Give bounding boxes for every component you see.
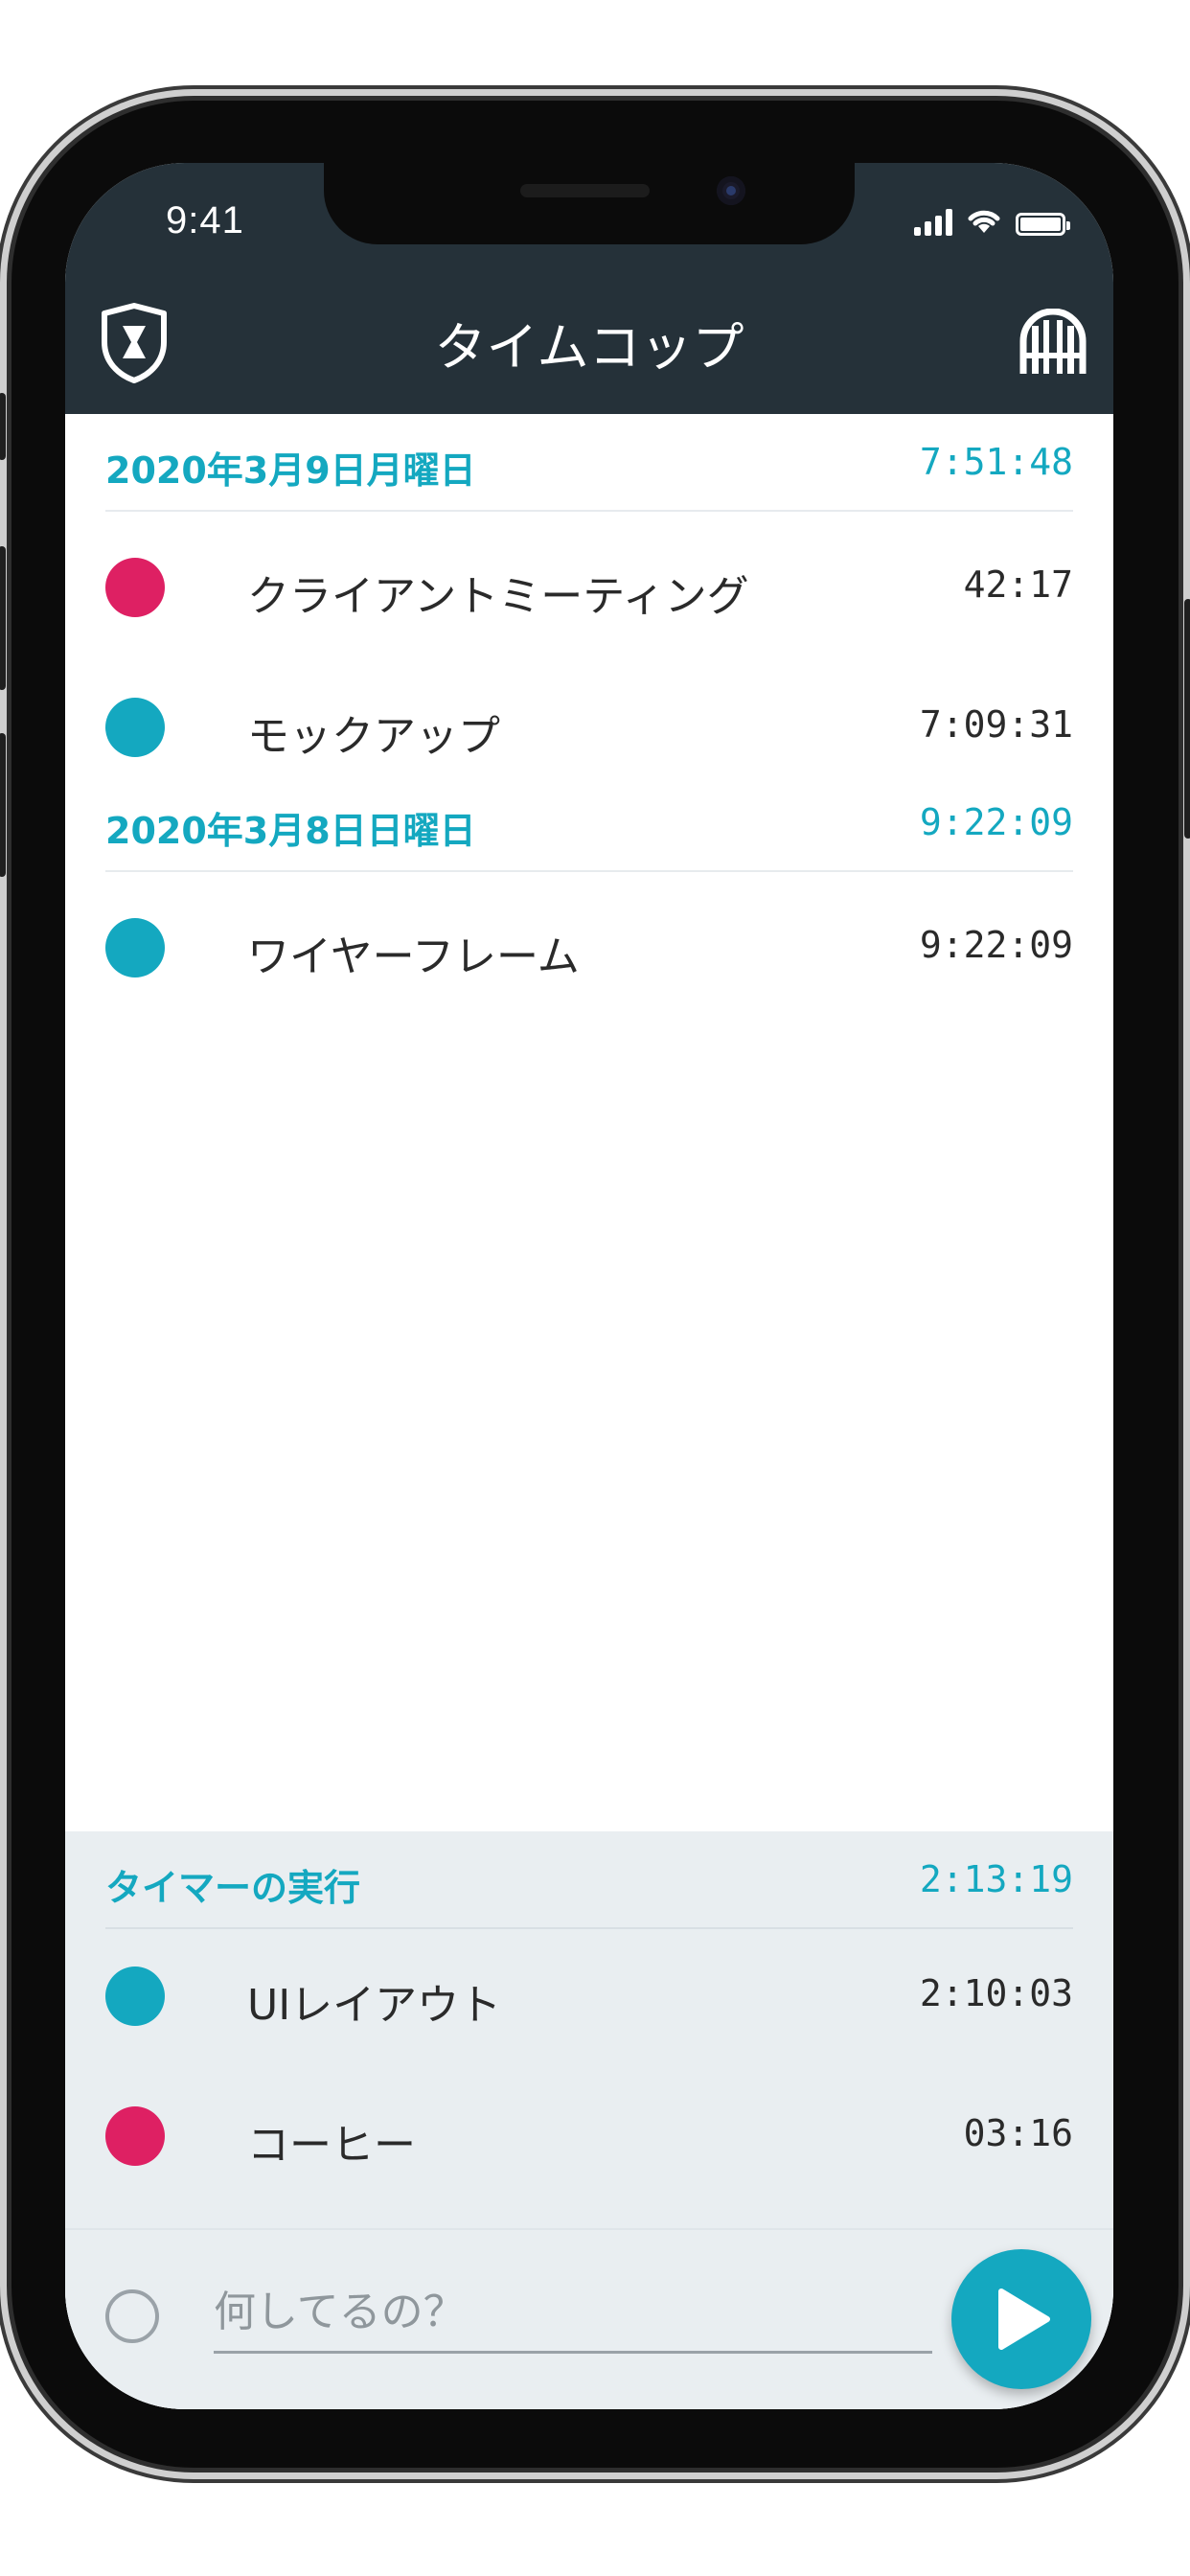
description-input[interactable] [214,2272,932,2354]
project-color-dot [105,918,165,978]
day-total: 9:22:09 [919,801,1073,843]
list-item[interactable]: ワイヤーフレーム 9:22:09 [65,878,1113,1018]
project-color-dot [105,2106,165,2166]
entry-label: ワイヤーフレーム [247,932,580,981]
project-color-dot [105,1966,165,2026]
battery-icon [1016,213,1070,236]
earpiece-speaker [520,184,650,197]
status-icons [914,207,1070,236]
side-button-volume-up [0,546,6,690]
side-button-mute [0,393,6,460]
list-item[interactable]: UIレイアウト 2:10:03 [65,1926,1113,2066]
wifi-icon [968,210,1000,233]
entry-duration: 2:10:03 [919,1972,1073,2014]
status-time: 9:41 [166,199,244,242]
day-header: 2020年3月9日月曜日 7:51:48 [105,414,1073,512]
day-header: 2020年3月8日日曜日 9:22:09 [105,774,1073,872]
entry-duration: 42:17 [963,564,1073,606]
entry-duration: 03:16 [963,2112,1073,2154]
cellular-signal-icon [914,209,952,236]
start-timer-button[interactable] [951,2249,1091,2389]
running-header: タイマーの実行 2:13:19 [105,1831,1073,1929]
day-total: 7:51:48 [919,441,1073,483]
list-item[interactable]: クライアントミーティング 42:17 [65,518,1113,657]
entry-duration: 9:22:09 [919,924,1073,966]
app-title: タイムコップ [434,317,744,378]
front-camera [717,176,745,205]
day-date: 2020年3月8日日曜日 [105,810,476,852]
new-entry-composer [65,2228,1113,2409]
time-entry-list: 2020年3月9日月曜日 7:51:48 クライアントミーティング 42:17 … [65,414,1113,1018]
entry-duration: 7:09:31 [919,703,1073,746]
entry-label: コーヒー [247,2121,416,2170]
app-screen: 9:41 タイムコップ 2020年3月9日月曜日 7:51:48 クライアントミ… [65,163,1113,2409]
day-date: 2020年3月9日月曜日 [105,449,476,492]
running-title: タイマーの実行 [105,1867,361,1909]
side-button-power [1184,599,1190,839]
app-header: 9:41 タイムコップ [65,163,1113,414]
running-total: 2:13:19 [919,1858,1073,1900]
notch [324,163,855,244]
entry-label: UIレイアウト [247,1981,502,2030]
list-item[interactable]: コーヒー 03:16 [65,2066,1113,2206]
gate-icon[interactable] [1019,308,1087,376]
project-color-dot [105,558,165,617]
project-color-dot [105,698,165,757]
project-select-circle[interactable] [105,2289,159,2343]
entry-label: モックアップ [247,712,500,761]
entry-label: クライアントミーティング [247,572,749,621]
side-button-volume-down [0,733,6,877]
play-icon [998,2288,1050,2350]
